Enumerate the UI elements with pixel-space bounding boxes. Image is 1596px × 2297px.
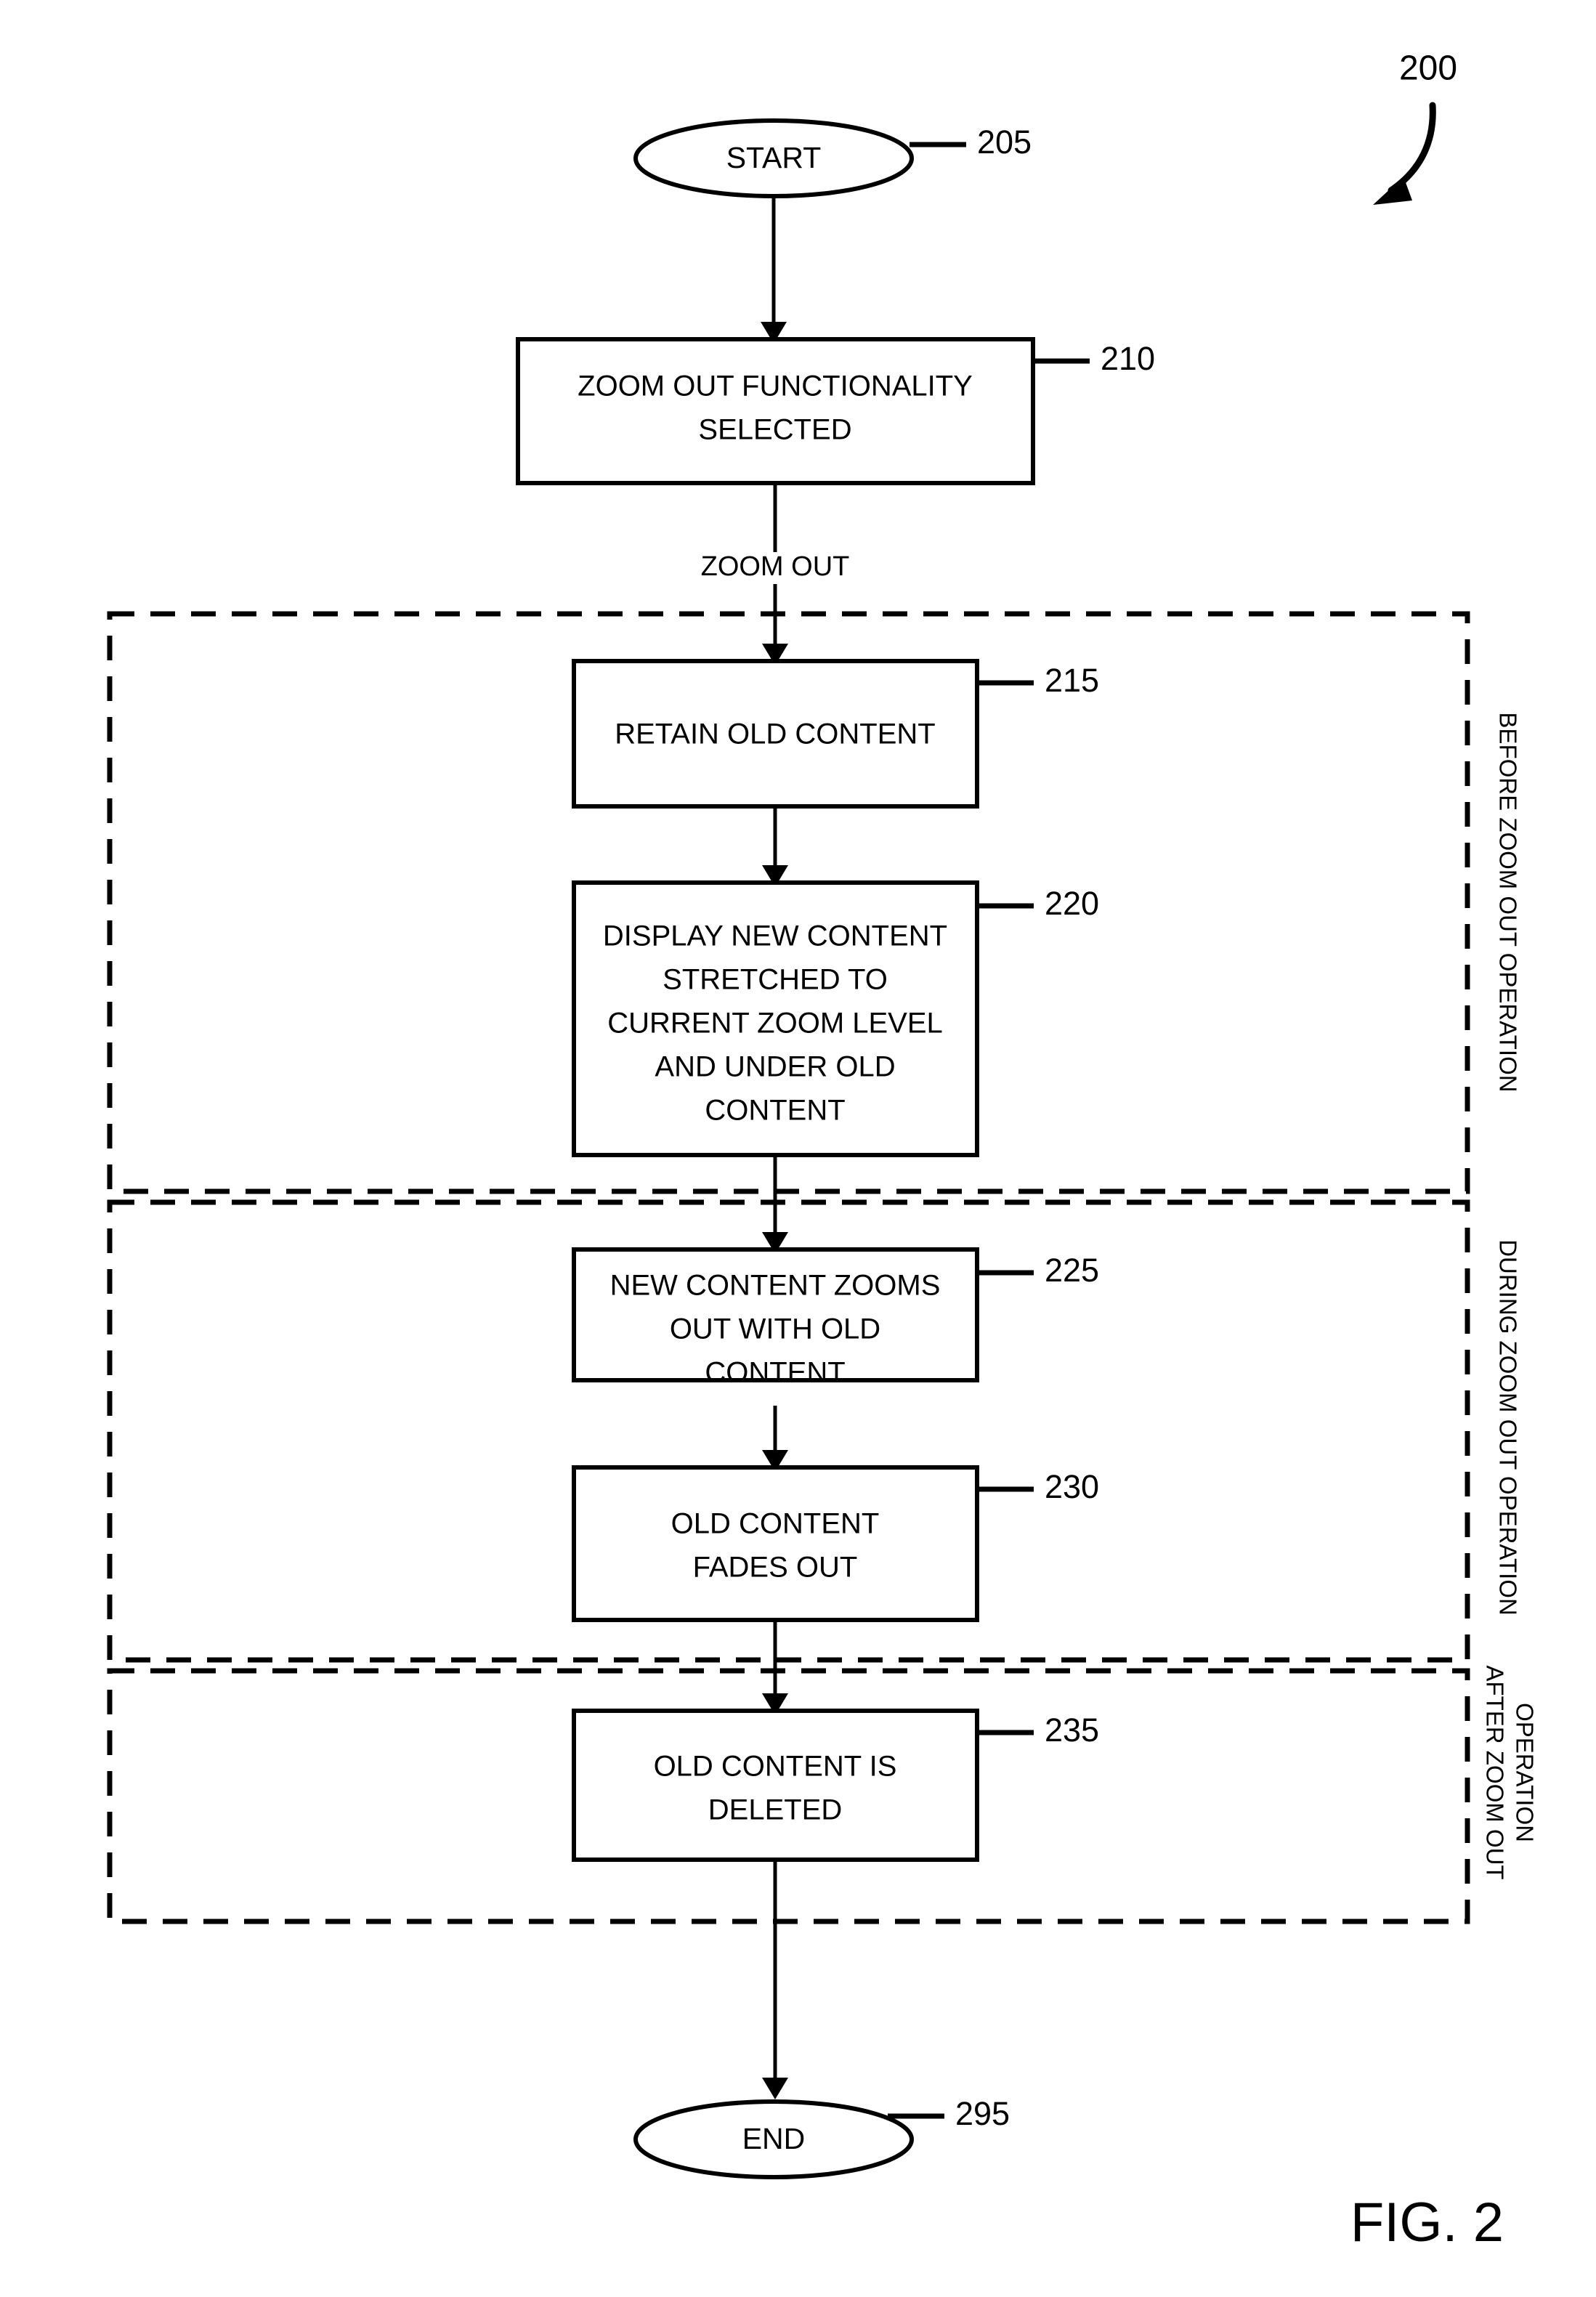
step220-label-line-3: CURRENT ZOOM LEVEL	[607, 1008, 943, 1040]
figure-caption: FIG. 2	[1350, 2192, 1504, 2253]
edge-235-to-end	[762, 1860, 788, 2099]
overall-reference-number: 200	[1399, 49, 1457, 88]
step235-label-line-2: DELETED	[708, 1794, 843, 1826]
flowchart-canvas: 200 START 205 ZOOM OUT FUNCTIONALITY SEL…	[107, 49, 1538, 2253]
step230-label-line-2: FADES OUT	[693, 1552, 858, 1584]
step235-reference: 235	[1045, 1711, 1099, 1749]
step210-label-line-1: ZOOM OUT FUNCTIONALITY	[578, 370, 973, 402]
overall-reference-callout: 200	[1373, 49, 1457, 205]
node-start: START 205	[633, 118, 1032, 198]
step220-reference: 220	[1045, 885, 1099, 922]
phase-group-after-label-line-2: OPERATION	[1511, 1703, 1538, 1842]
node-step210: ZOOM OUT FUNCTIONALITY SELECTED 210	[516, 337, 1155, 485]
node-step225: NEW CONTENT ZOOMS OUT WITH OLD CONTENT 2…	[572, 1247, 1099, 1389]
phase-group-before-label: BEFORE ZOOM OUT OPERATION	[1494, 712, 1521, 1092]
node-step215: RETAIN OLD CONTENT 215	[572, 659, 1099, 809]
node-step235: OLD CONTENT IS DELETED 235	[572, 1709, 1099, 1862]
node-end: END 295	[633, 2095, 1010, 2179]
edge-230-to-235	[762, 1620, 788, 1715]
step230-reference: 230	[1045, 1468, 1099, 1505]
step215-reference: 215	[1045, 662, 1099, 699]
step225-label-line-3: CONTENT	[705, 1357, 845, 1389]
edge-235-to-end-arrowhead	[762, 2078, 788, 2099]
step215-label-line-1: RETAIN OLD CONTENT	[615, 718, 936, 750]
patent-figure-2: 200 START 205 ZOOM OUT FUNCTIONALITY SEL…	[0, 0, 1596, 2297]
step210-label-line-2: SELECTED	[698, 414, 851, 446]
phase-group-after-label-line-1: AFTER ZOOM OUT	[1481, 1665, 1508, 1879]
step225-label-line-2: OUT WITH OLD	[670, 1313, 880, 1345]
step235-label-line-1: OLD CONTENT IS	[654, 1751, 897, 1783]
end-reference: 295	[955, 2095, 1010, 2132]
edge-210-to-215-label: ZOOM OUT	[701, 551, 850, 582]
step220-label-line-1: DISPLAY NEW CONTENT	[603, 920, 947, 952]
node-step230: OLD CONTENT FADES OUT 230	[572, 1465, 1099, 1622]
edge-start-to-210	[761, 196, 787, 344]
overall-reference-curve	[1388, 102, 1436, 194]
edge-210-to-215: ZOOM OUT	[676, 483, 875, 665]
start-reference: 205	[977, 123, 1032, 161]
step235-box	[572, 1709, 979, 1862]
step225-label-line-1: NEW CONTENT ZOOMS	[610, 1270, 941, 1302]
node-step220: DISPLAY NEW CONTENT STRETCHED TO CURRENT…	[572, 880, 1099, 1157]
step220-label-line-5: CONTENT	[705, 1095, 845, 1127]
step220-label-line-2: STRETCHED TO	[663, 964, 888, 996]
step210-reference: 210	[1101, 340, 1155, 377]
step220-label-line-4: AND UNDER OLD	[655, 1051, 895, 1083]
end-label: END	[742, 2122, 806, 2155]
edge-215-to-220	[762, 806, 788, 887]
edge-225-to-230	[762, 1406, 788, 1472]
step230-box	[572, 1465, 979, 1622]
phase-group-during-label: DURING ZOOM OUT OPERATION	[1494, 1239, 1521, 1616]
step210-box	[516, 337, 1035, 485]
step230-label-line-1: OLD CONTENT	[671, 1508, 880, 1540]
step225-reference: 225	[1045, 1252, 1099, 1289]
start-label: START	[726, 141, 822, 174]
